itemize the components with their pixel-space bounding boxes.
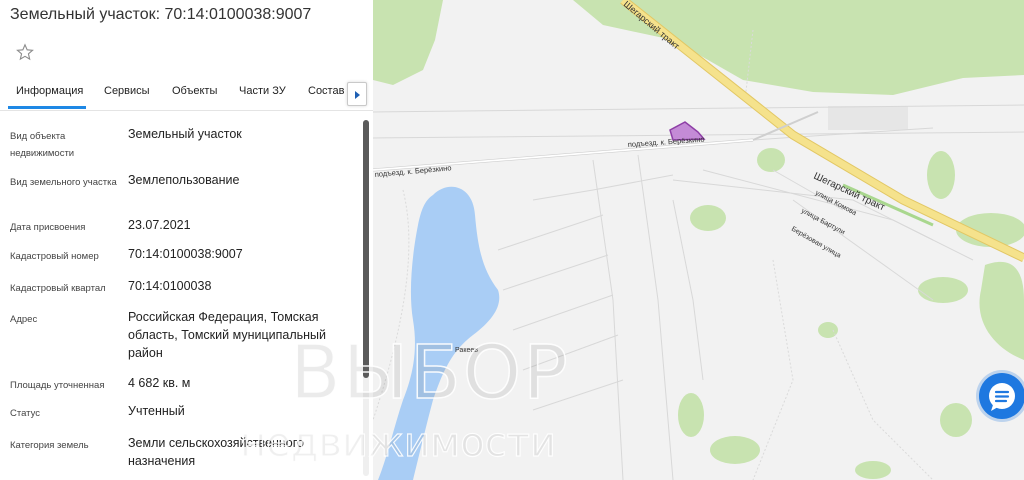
field-label: Дата присвоения xyxy=(10,222,86,233)
field-value: Землепользование xyxy=(128,173,240,187)
forest-area xyxy=(757,148,785,172)
tab-services[interactable]: Сервисы xyxy=(104,85,150,97)
chevron-right-icon xyxy=(355,91,360,99)
field-label: Кадастровый квартал xyxy=(10,283,106,294)
tab-parcel-parts[interactable]: Части ЗУ xyxy=(239,85,286,97)
forest-area xyxy=(690,205,726,231)
field-value: Земли сельскохозяйственного назначения xyxy=(128,436,304,468)
field-label: Вид земельного участка xyxy=(10,177,117,188)
favorite-star-icon[interactable] xyxy=(16,43,34,61)
tab-bar: Информация Сервисы Объекты Части ЗУ Сост… xyxy=(0,76,373,111)
field-value: 23.07.2021 xyxy=(128,218,191,232)
field-value: Российская Федерация, Томская область, Т… xyxy=(128,310,326,360)
field-label: Адрес xyxy=(10,314,38,325)
field-label: Категория земель xyxy=(10,440,89,451)
forest-area xyxy=(855,461,891,479)
field-value: 70:14:0100038 xyxy=(128,279,212,293)
panel-scrollbar[interactable] xyxy=(363,120,369,476)
forest-area xyxy=(678,393,704,437)
tab-objects[interactable]: Объекты xyxy=(172,85,217,97)
field-value: Учтенный xyxy=(128,404,185,418)
forest-area xyxy=(918,277,968,303)
field-label: Кадастровый номер xyxy=(10,251,99,262)
tabs-scroll-right-button[interactable] xyxy=(347,82,367,106)
field-value: 70:14:0100038:9007 xyxy=(128,247,243,261)
chat-button[interactable] xyxy=(979,373,1024,419)
field-value: 4 682 кв. м xyxy=(128,376,191,390)
forest-area xyxy=(927,151,955,199)
scrollbar-thumb[interactable] xyxy=(363,120,369,378)
building xyxy=(828,106,908,130)
active-tab-indicator xyxy=(8,106,86,109)
chat-icon xyxy=(989,383,1015,411)
map-canvas[interactable]: Шегарский тракт Шегарский тракт подъезд.… xyxy=(373,0,1024,480)
map-label-lake: Ракеев xyxy=(455,347,478,354)
forest-area xyxy=(940,403,972,437)
field-label: Статус xyxy=(10,408,41,419)
info-panel: Земельный участок: 70:14:0100038:9007 Ин… xyxy=(0,0,374,480)
field-label: Площадь уточненная xyxy=(10,380,105,391)
field-value: Земельный участок xyxy=(128,127,242,141)
tab-information[interactable]: Информация xyxy=(16,85,83,97)
tab-composition[interactable]: Состав xyxy=(308,85,344,97)
page-title: Земельный участок: 70:14:0100038:9007 xyxy=(10,6,312,23)
field-label: Вид объекта недвижимости xyxy=(10,131,75,159)
forest-area xyxy=(710,436,760,464)
